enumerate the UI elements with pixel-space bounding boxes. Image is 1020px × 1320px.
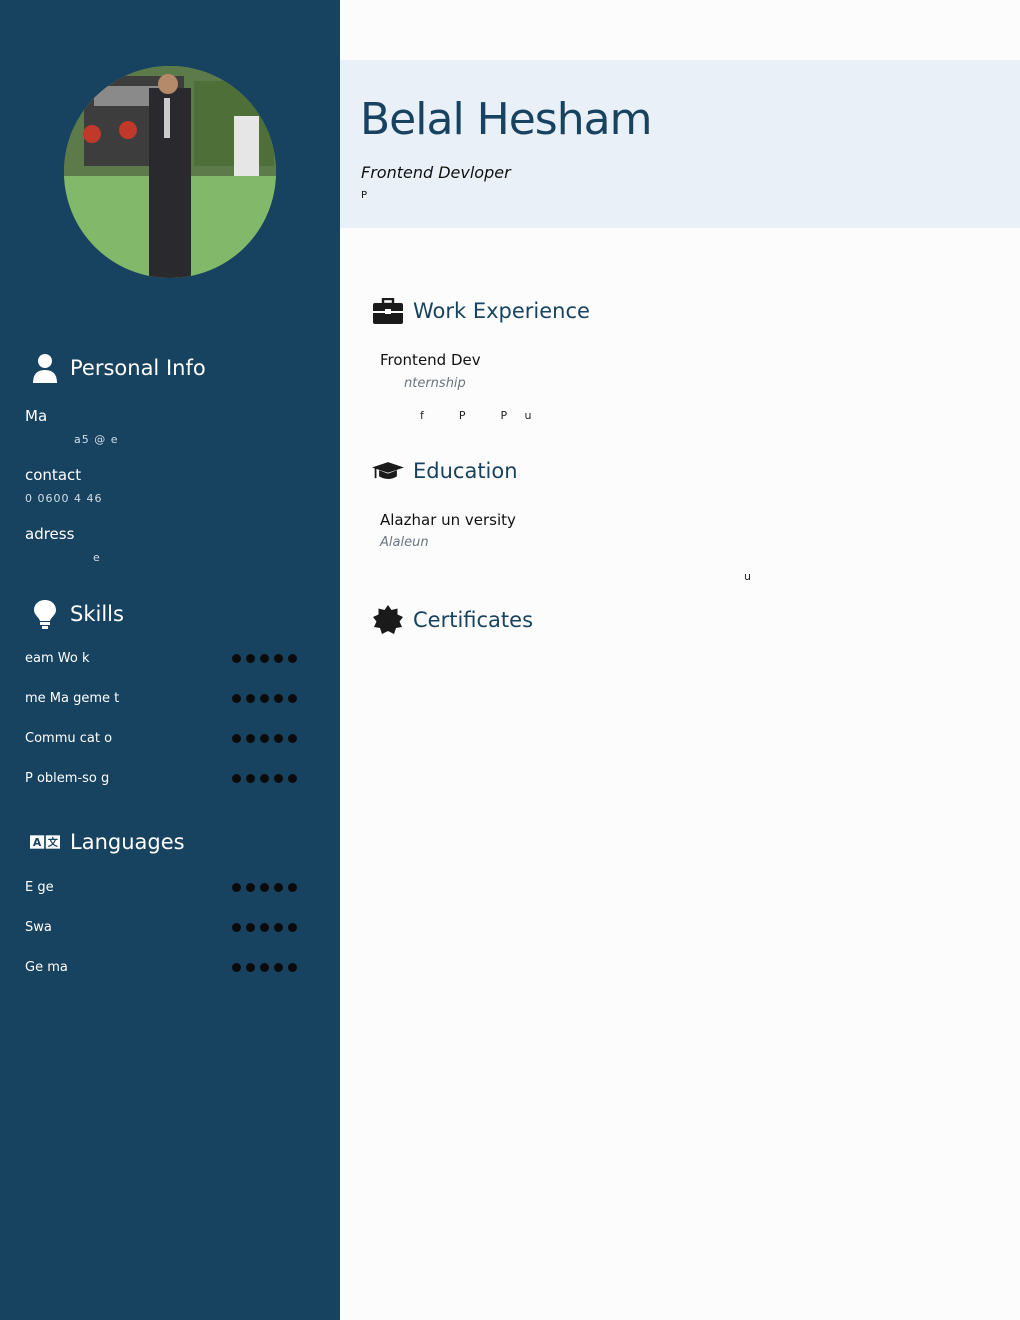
- mail-value[interactable]: a5 @ e: [74, 433, 119, 446]
- education-date: u: [744, 570, 751, 583]
- mail-label: Ma: [25, 407, 48, 425]
- skill-name: eam Wo k: [25, 650, 90, 666]
- rating-dot: [274, 773, 283, 783]
- language-icon: A文: [30, 826, 60, 858]
- rating-dot: [260, 882, 269, 892]
- rating-dot: [288, 922, 297, 932]
- language-row: Swa: [25, 917, 297, 937]
- rating-dot: [232, 773, 241, 783]
- rating-dot: [288, 733, 297, 743]
- rating-dot: [260, 653, 269, 663]
- skill-name: Commu cat o: [25, 730, 113, 746]
- rating-dot: [260, 693, 269, 703]
- rating-dot: [260, 733, 269, 743]
- rating-dot: [288, 962, 297, 972]
- rating-dot: [232, 693, 241, 703]
- skill-rating: [232, 693, 297, 703]
- education-title: Education: [413, 459, 518, 483]
- rating-dot: [232, 962, 241, 972]
- work-job-title: Frontend Dev: [380, 351, 481, 369]
- education-school: Alazhar un versity: [380, 511, 516, 529]
- rating-dot: [288, 882, 297, 892]
- certificates-title: Certificates: [413, 608, 534, 632]
- rating-dot: [246, 693, 255, 703]
- language-name: Ge ma: [25, 959, 68, 975]
- contact-label: contact: [25, 466, 82, 484]
- rating-dot: [260, 962, 269, 972]
- profile-photo: [64, 66, 276, 278]
- languages-title: Languages: [70, 830, 185, 854]
- person-name: Belal Hesham: [360, 94, 652, 145]
- rating-dot: [232, 653, 241, 663]
- certificate-badge-icon: [372, 605, 404, 635]
- graduation-cap-icon: [372, 456, 404, 486]
- rating-dot: [260, 922, 269, 932]
- lightbulb-icon: [30, 598, 60, 630]
- address-value: e: [93, 551, 101, 564]
- certificates-heading: Certificates: [372, 605, 533, 635]
- work-job-type: nternship: [404, 376, 466, 391]
- skill-row: me Ma geme t: [25, 688, 297, 708]
- rating-dot: [246, 733, 255, 743]
- rating-dot: [288, 693, 297, 703]
- rating-dot: [274, 693, 283, 703]
- personal-info-title: Personal Info: [70, 356, 206, 380]
- education-degree: Alaleun: [380, 535, 429, 550]
- skill-row: eam Wo k: [25, 648, 297, 668]
- skills-title: Skills: [70, 602, 124, 626]
- skill-name: me Ma geme t: [25, 690, 120, 706]
- language-rating: [232, 882, 297, 892]
- language-rating: [232, 962, 297, 972]
- work-experience-heading: Work Experience: [372, 296, 590, 326]
- rating-dot: [274, 922, 283, 932]
- rating-dot: [274, 882, 283, 892]
- address-label: adress: [25, 525, 75, 543]
- rating-dot: [260, 773, 269, 783]
- rating-dot: [246, 962, 255, 972]
- rating-dot: [288, 773, 297, 783]
- rating-dot: [288, 653, 297, 663]
- sidebar: Personal Info Ma a5 @ e contact 0 0600 4…: [0, 0, 340, 1320]
- rating-dot: [232, 733, 241, 743]
- skill-row: P oblem-so g: [25, 768, 297, 788]
- language-rating: [232, 922, 297, 932]
- education-heading: Education: [372, 456, 518, 486]
- rating-dot: [274, 733, 283, 743]
- work-experience-title: Work Experience: [413, 299, 590, 323]
- rating-dot: [274, 653, 283, 663]
- language-name: E ge: [25, 879, 54, 895]
- rating-dot: [246, 653, 255, 663]
- svg-text:文: 文: [48, 836, 59, 849]
- skill-name: P oblem-so g: [25, 770, 110, 786]
- language-name: Swa: [25, 919, 52, 935]
- resume-header: Belal Hesham Frontend Devloper P: [340, 60, 1020, 228]
- language-row: E ge: [25, 877, 297, 897]
- skill-rating: [232, 653, 297, 663]
- skill-rating: [232, 733, 297, 743]
- rating-dot: [232, 922, 241, 932]
- rating-dot: [246, 882, 255, 892]
- user-icon: [30, 352, 60, 384]
- language-row: Ge ma: [25, 957, 297, 977]
- job-title: Frontend Devloper: [361, 163, 511, 182]
- work-job-description: f P P u: [420, 409, 532, 422]
- contact-value[interactable]: 0 0600 4 46: [25, 492, 102, 505]
- rating-dot: [274, 962, 283, 972]
- briefcase-icon: [372, 296, 404, 326]
- rating-dot: [246, 922, 255, 932]
- personal-info-heading: Personal Info: [30, 352, 206, 384]
- rating-dot: [246, 773, 255, 783]
- skills-heading: Skills: [30, 598, 124, 630]
- skill-rating: [232, 773, 297, 783]
- job-title-note: P: [361, 190, 368, 201]
- skill-row: Commu cat o: [25, 728, 297, 748]
- svg-text:A: A: [33, 836, 42, 849]
- rating-dot: [232, 882, 241, 892]
- languages-heading: A文 Languages: [30, 826, 185, 858]
